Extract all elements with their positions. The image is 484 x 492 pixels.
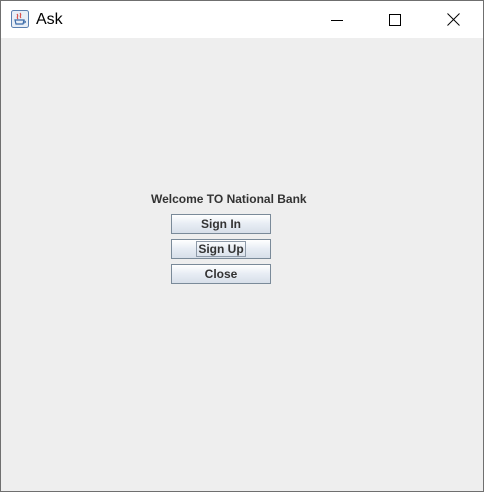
java-icon[interactable] [11, 10, 29, 28]
window-title: Ask [36, 11, 63, 28]
close-label: Close [204, 267, 238, 281]
welcome-label: Welcome TO National Bank [151, 192, 307, 206]
maximize-icon [389, 13, 401, 26]
content-panel: Welcome TO National Bank Sign In Sign Up… [1, 38, 483, 491]
sign-in-label: Sign In [201, 217, 241, 231]
sign-up-label: Sign Up [196, 241, 246, 257]
sign-up-button[interactable]: Sign Up [171, 239, 271, 259]
maximize-button[interactable] [372, 1, 418, 38]
close-button[interactable]: Close [171, 264, 271, 284]
minimize-button[interactable] [314, 1, 360, 38]
title-bar[interactable]: Ask [1, 1, 483, 38]
close-icon [446, 13, 460, 26]
sign-in-button[interactable]: Sign In [171, 214, 271, 234]
application-window: Ask Welcome TO National Bank Sign In Sig… [0, 0, 484, 492]
minimize-icon [331, 19, 343, 21]
close-window-button[interactable] [430, 1, 476, 38]
